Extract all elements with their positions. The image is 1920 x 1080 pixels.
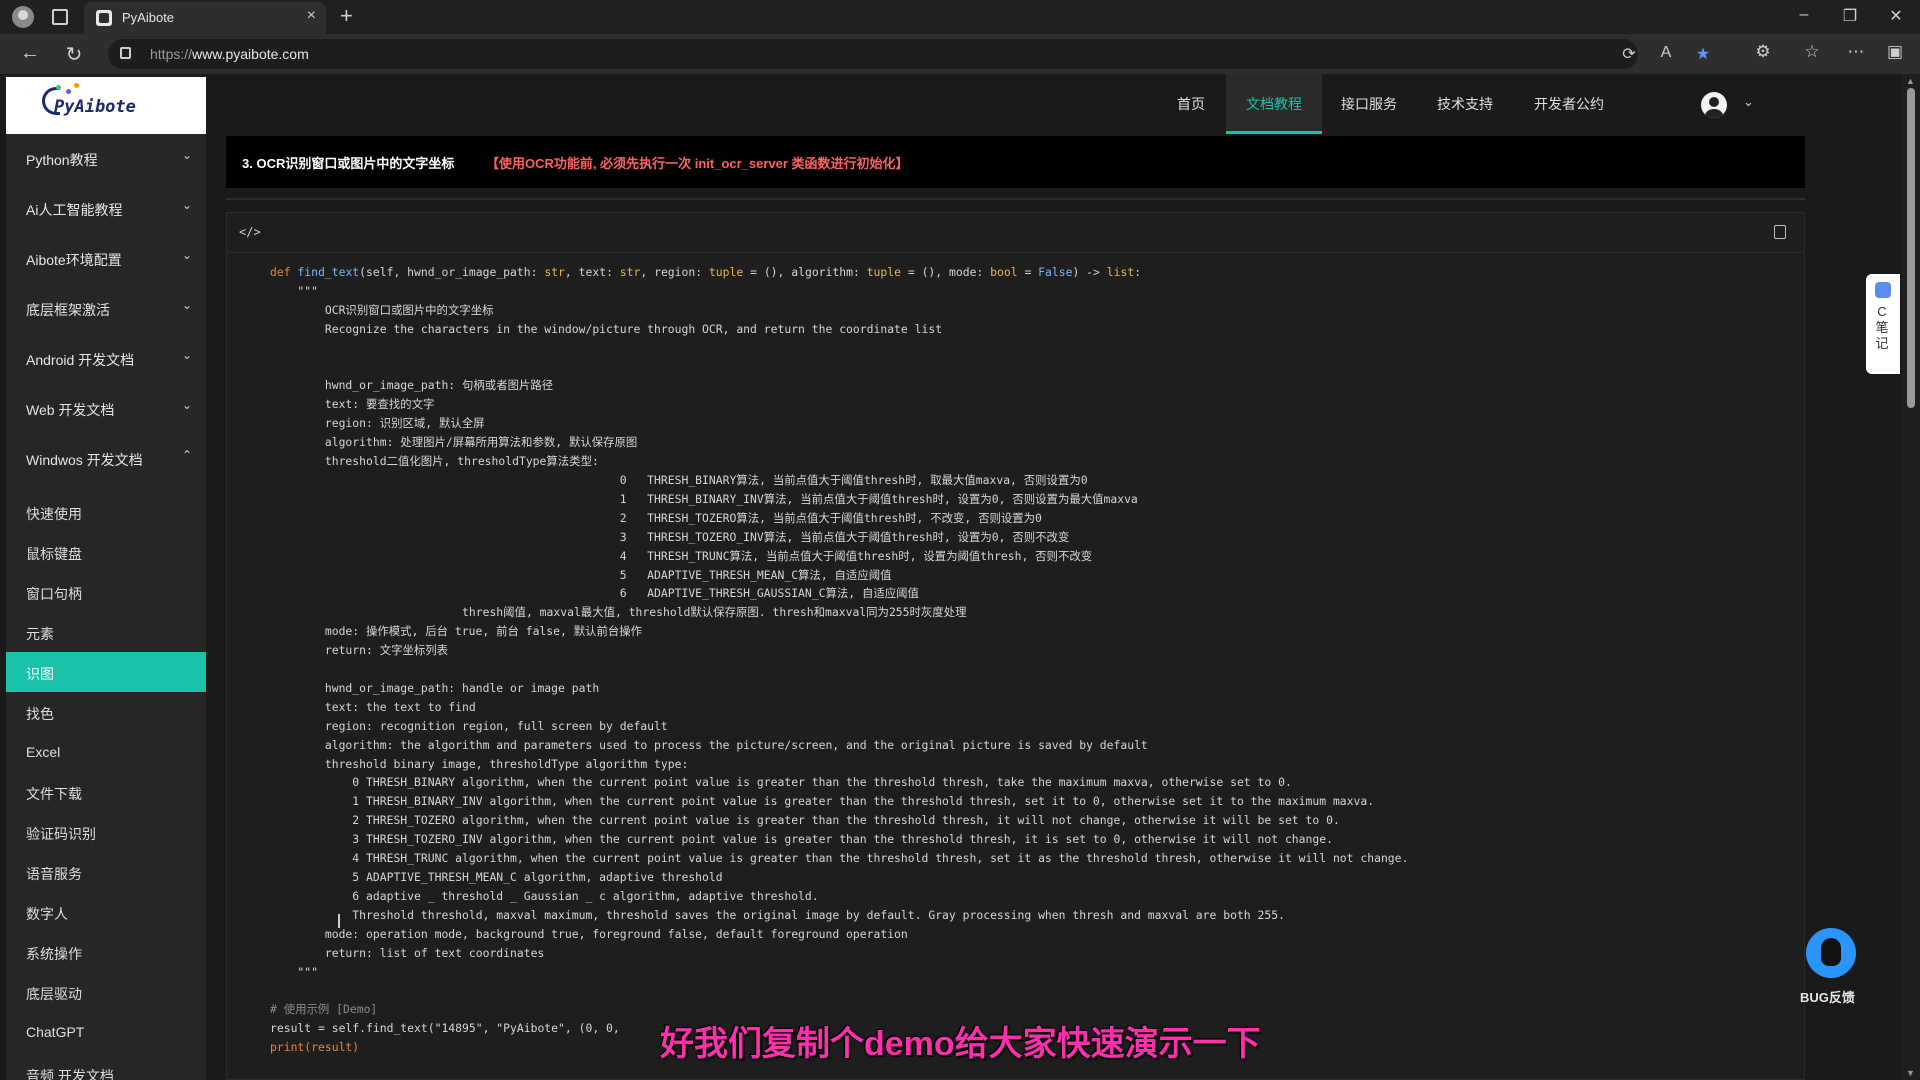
more-menu-icon[interactable]: ⋯ <box>1841 42 1871 62</box>
sidebar-section-windows[interactable]: Windwos 开发文档 ⌃ <box>6 434 206 484</box>
code-docstring: """ OCR识别窗口或图片中的文字坐标 Recognize the chara… <box>297 283 1409 979</box>
section-header: 3. OCR识别窗口或图片中的文字坐标 【使用OCR功能前, 必须先执行一次 i… <box>226 136 1805 188</box>
tab-actions-icon[interactable] <box>52 9 68 25</box>
chevron-down-icon: ⌄ <box>181 148 192 162</box>
new-tab-icon[interactable]: + <box>340 3 353 29</box>
site-logo[interactable]: PyAibote <box>6 77 206 134</box>
demo-line: result = self.find_text("14895", "PyAibo… <box>270 1021 620 1036</box>
divider <box>226 198 1805 200</box>
section-title: 3. OCR识别窗口或图片中的文字坐标 <box>242 156 455 171</box>
user-menu-chevron-icon[interactable]: ⌄ <box>1743 94 1754 110</box>
extensions-icon[interactable]: ⚙ <box>1748 42 1778 62</box>
lock-icon <box>120 47 131 59</box>
sync-icon[interactable]: ⟳ <box>1616 44 1642 64</box>
text-cursor-icon <box>338 914 340 928</box>
browser-tabbar: PyAibote × + – ❐ ✕ <box>0 0 1920 34</box>
user-avatar-icon[interactable] <box>1701 92 1727 118</box>
bug-feedback-label[interactable]: BUG反馈 <box>1800 987 1855 1006</box>
video-subtitle: 好我们复制个demo给大家快速演示一下 <box>660 1025 1261 1063</box>
sidebar-item-element[interactable]: 元素 <box>6 612 206 652</box>
chevron-down-icon: ⌄ <box>181 348 192 362</box>
nav-api[interactable]: 接口服务 <box>1330 74 1408 134</box>
sidebar-item-image-recognition[interactable]: 识图 <box>6 652 206 692</box>
demo-comment: # 使用示例 [Demo] <box>270 1002 378 1017</box>
copy-icon[interactable] <box>1774 225 1786 239</box>
sidebar-item-excel[interactable]: Excel <box>6 732 206 772</box>
sidebar-section-web[interactable]: Web 开发文档 ⌄ <box>6 384 206 434</box>
print-line: print(result) <box>270 1040 360 1055</box>
chevron-down-icon: ⌄ <box>181 298 192 312</box>
sidebar-item-file-download[interactable]: 文件下载 <box>6 772 206 812</box>
browser-tab[interactable]: PyAibote × <box>84 2 326 34</box>
sidebar-item-window-handle[interactable]: 窗口句柄 <box>6 572 206 612</box>
sidebar-item-captcha[interactable]: 验证码识别 <box>6 812 206 852</box>
chevron-down-icon: ⌄ <box>181 248 192 262</box>
scroll-down-icon: ▼ <box>1906 1068 1915 1078</box>
note-icon <box>1875 282 1891 298</box>
qq-feedback-icon[interactable] <box>1806 928 1856 978</box>
tab-title: PyAibote <box>122 10 175 25</box>
tab-favicon-icon <box>96 10 112 26</box>
code-content: def find_text(self, hwnd_or_image_path: … <box>270 265 1409 1055</box>
read-aloud-icon[interactable]: A <box>1653 44 1679 62</box>
close-window-icon[interactable]: ✕ <box>1876 6 1916 26</box>
scroll-thumb[interactable] <box>1907 88 1915 408</box>
section-warning: 【使用OCR功能前, 必须先执行一次 init_ocr_server 类函数进行… <box>486 156 909 171</box>
sidebar-item-driver[interactable]: 底层驱动 <box>6 972 206 1012</box>
logo-text: PyAibote <box>54 97 136 117</box>
note-widget[interactable]: C笔记 <box>1866 274 1900 374</box>
sidebar-section-python[interactable]: Python教程 ⌄ <box>6 134 206 184</box>
tab-close-icon[interactable]: × <box>307 7 316 25</box>
sidebar-toggle-icon[interactable]: ▣ <box>1880 42 1910 62</box>
code-icon: </> <box>239 225 261 239</box>
favorite-star-icon[interactable]: ★ <box>1690 44 1716 64</box>
sidebar-item-quickstart[interactable]: 快速使用 <box>6 492 206 532</box>
page-scrollbar[interactable]: ▲ ▼ <box>1902 74 1920 1080</box>
url-text: https://www.pyaibote.com <box>150 46 309 62</box>
favorites-icon[interactable]: ☆ <box>1797 42 1827 62</box>
nav-convention[interactable]: 开发者公约 <box>1522 74 1616 134</box>
sidebar-item-mouse-keyboard[interactable]: 鼠标键盘 <box>6 532 206 572</box>
web-page: PyAibote 首页 文档教程 接口服务 技术支持 开发者公约 ⌄ Pytho… <box>0 74 1920 1080</box>
sidebar-section-android[interactable]: Android 开发文档 ⌄ <box>6 334 206 384</box>
address-bar[interactable]: https://www.pyaibote.com ⟳ A ★ <box>108 39 1710 69</box>
code-block-header: </> <box>227 213 1804 253</box>
chevron-up-icon: ⌃ <box>181 448 192 462</box>
sidebar-item-system[interactable]: 系统操作 <box>6 932 206 972</box>
sidebar-item-voice[interactable]: 语音服务 <box>6 852 206 892</box>
scroll-up-icon: ▲ <box>1906 76 1915 86</box>
sidebar-item-find-color[interactable]: 找色 <box>6 692 206 732</box>
restore-icon[interactable]: ❐ <box>1830 6 1870 26</box>
refresh-icon[interactable]: ↻ <box>60 42 88 67</box>
sidebar-item-audio[interactable]: 音频 开发文档 <box>6 1054 206 1080</box>
sidebar-item-digital-human[interactable]: 数字人 <box>6 892 206 932</box>
sidebar-section-activation[interactable]: 底层框架激活 ⌄ <box>6 284 206 334</box>
sidebar-section-ai[interactable]: Ai人工智能教程 ⌄ <box>6 184 206 234</box>
sidebar-section-env[interactable]: Aibote环境配置 ⌄ <box>6 234 206 284</box>
nav-docs[interactable]: 文档教程 <box>1226 74 1322 134</box>
nav-home[interactable]: 首页 <box>1164 74 1218 134</box>
profile-avatar-icon[interactable] <box>12 6 34 28</box>
docs-sidebar: Python教程 ⌄ Ai人工智能教程 ⌄ Aibote环境配置 ⌄ 底层框架激活 ⌄ … <box>6 134 206 1080</box>
code-block[interactable]: </> def find_text(self, hwnd_or_image_pa… <box>226 212 1805 1080</box>
back-icon[interactable]: ← <box>16 42 44 65</box>
browser-toolbar: ← ↻ https://www.pyaibote.com ⟳ A ★ ⚙ ☆ ⋯… <box>0 34 1920 74</box>
chevron-down-icon: ⌄ <box>181 398 192 412</box>
sidebar-item-chatgpt[interactable]: ChatGPT <box>6 1012 206 1052</box>
note-widget-label: C笔记 <box>1875 304 1889 351</box>
chevron-down-icon: ⌄ <box>181 198 192 212</box>
minimize-icon[interactable]: – <box>1784 6 1824 24</box>
code-signature-params: (self, hwnd_or_image_path: str, text: st… <box>359 265 1142 279</box>
nav-support[interactable]: 技术支持 <box>1426 74 1504 134</box>
